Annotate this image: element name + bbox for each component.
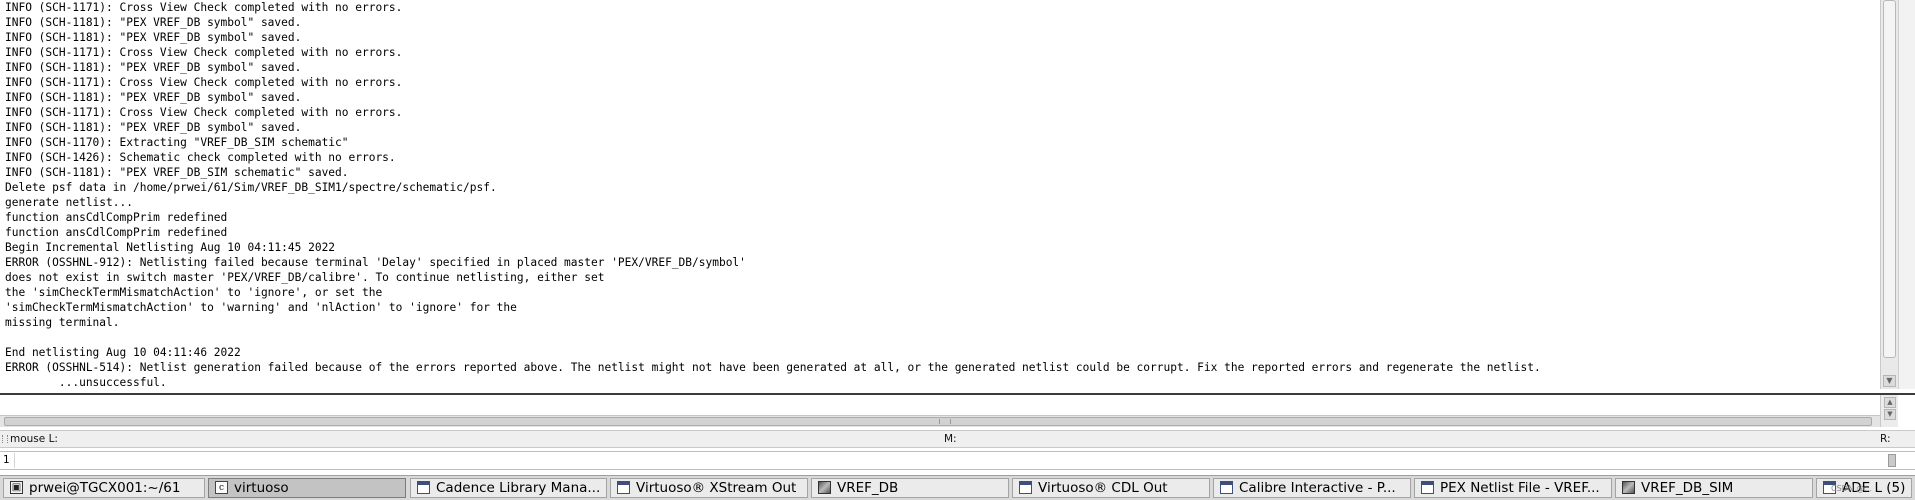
log-line: INFO (SCH-1171): Cross View Check comple… — [5, 76, 403, 89]
log-line: missing terminal. — [5, 316, 120, 329]
scroll-down-arrow-icon[interactable]: ▼ — [1884, 409, 1896, 420]
prompt-scroll-handle[interactable] — [1888, 454, 1896, 467]
log-line: INFO (SCH-1181): "PEX VREF_DB_SIM schema… — [5, 166, 349, 179]
log-line: 'simCheckTermMismatchAction' to 'warning… — [5, 301, 517, 314]
taskbar-item-vref-db[interactable]: VREF_DB — [811, 478, 1009, 498]
log-lines: INFO (SCH-1171): Cross View Check comple… — [0, 0, 1878, 389]
layout-icon — [1622, 481, 1635, 494]
taskbar-item-pex-netlist[interactable]: PEX Netlist File - VREF... — [1414, 478, 1612, 498]
log-line: INFO (SCH-1426): Schematic check complet… — [5, 151, 396, 164]
log-line: INFO (SCH-1171): Cross View Check comple… — [5, 46, 403, 59]
mouse-right-status: R: — [1880, 433, 1891, 445]
taskbar-item-cdl-out[interactable]: Virtuoso® CDL Out — [1012, 478, 1210, 498]
log-line: ...unsuccessful. — [5, 376, 167, 389]
taskbar-item-calibre-interactive[interactable]: Calibre Interactive - P... — [1213, 478, 1411, 498]
log-line: function ansCdlCompPrim redefined — [5, 226, 228, 239]
window-icon — [1019, 481, 1032, 494]
log-line: INFO (SCH-1170): Extracting "VREF_DB_SIM… — [5, 136, 349, 149]
layout-icon — [818, 481, 831, 494]
taskbar-item-label: Cadence Library Mana... — [436, 480, 601, 496]
log-line: End netlisting Aug 10 04:11:46 2022 — [5, 346, 241, 359]
skill-command-input[interactable] — [14, 453, 1884, 468]
scroll-down-arrow-icon[interactable]: ▼ — [1883, 375, 1896, 387]
taskbar-item-vref-db-sim[interactable]: VREF_DB_SIM — [1615, 478, 1813, 498]
window-icon — [1421, 481, 1434, 494]
log-line: INFO (SCH-1171): Cross View Check comple… — [5, 106, 403, 119]
taskbar-item-label: Calibre Interactive - P... — [1239, 480, 1396, 496]
taskbar-item-label: Virtuoso® XStream Out — [636, 480, 797, 496]
cif-log-output[interactable]: INFO (SCH-1171): Cross View Check comple… — [0, 0, 1878, 389]
window-edge-strip — [1898, 0, 1915, 389]
log-line: the 'simCheckTermMismatchAction' to 'ign… — [5, 286, 383, 299]
log-line: INFO (SCH-1181): "PEX VREF_DB symbol" sa… — [5, 91, 302, 104]
terminal-icon: ▣ — [10, 481, 23, 494]
log-line: does not exist in switch master 'PEX/VRE… — [5, 271, 605, 284]
log-line: generate netlist... — [5, 196, 133, 209]
taskbar-item-label: VREF_DB — [837, 480, 899, 496]
error-line: ERROR (OSSHNL-514): Netlist generation f… — [5, 361, 1541, 374]
command-vertical-scrollbar[interactable]: ▲ ▼ — [1880, 395, 1898, 427]
window-icon — [1220, 481, 1233, 494]
log-line: Delete psf data in /home/prwei/61/Sim/VR… — [5, 181, 497, 194]
taskbar: ▣ prwei@TGCX001:~/61 c virtuoso Cadence … — [0, 475, 1915, 500]
error-line: ERROR (OSSHNL-912): Netlisting failed be… — [5, 256, 746, 269]
taskbar-item-label: VREF_DB_SIM — [1641, 480, 1734, 496]
taskbar-item-label: prwei@TGCX001:~/61 — [29, 480, 181, 496]
tray-watermark: CSDN @... — [1831, 484, 1872, 493]
taskbar-item-label: virtuoso — [234, 480, 289, 496]
taskbar-item-virtuoso[interactable]: c virtuoso — [208, 478, 406, 498]
log-scroll-thumb[interactable] — [1883, 0, 1896, 358]
mouse-left-status: mouse L: — [10, 433, 58, 445]
log-line: function ansCdlCompPrim redefined — [5, 211, 228, 224]
horizontal-scroll-thumb[interactable] — [4, 417, 1872, 426]
grip-icon — [2, 435, 8, 443]
log-vertical-scrollbar[interactable]: ▼ — [1880, 0, 1898, 389]
mouse-middle-status: M: — [944, 433, 957, 445]
horizontal-scrollbar[interactable] — [0, 415, 1880, 427]
taskbar-item-library-manager[interactable]: Cadence Library Mana... — [410, 478, 607, 498]
scroll-up-arrow-icon[interactable]: ▲ — [1884, 397, 1896, 408]
log-line: INFO (SCH-1181): "PEX VREF_DB symbol" sa… — [5, 16, 302, 29]
virtuoso-icon: c — [215, 481, 228, 494]
grip-icon — [939, 419, 951, 424]
taskbar-item-label: PEX Netlist File - VREF... — [1440, 480, 1600, 496]
taskbar-item-terminal[interactable]: ▣ prwei@TGCX001:~/61 — [3, 478, 205, 498]
log-line: Begin Incremental Netlisting Aug 10 04:1… — [5, 241, 336, 254]
taskbar-item-label: Virtuoso® CDL Out — [1038, 480, 1168, 496]
window-icon — [617, 481, 630, 494]
log-line: INFO (SCH-1181): "PEX VREF_DB symbol" sa… — [5, 61, 302, 74]
window-icon — [417, 481, 430, 494]
log-line: INFO (SCH-1181): "PEX VREF_DB symbol" sa… — [5, 31, 302, 44]
skill-prompt-bar: 1 — [0, 451, 1915, 470]
log-line: INFO (SCH-1181): "PEX VREF_DB symbol" sa… — [5, 121, 302, 134]
log-line: INFO (SCH-1171): Cross View Check comple… — [5, 1, 403, 14]
taskbar-item-xstream-out[interactable]: Virtuoso® XStream Out — [610, 478, 808, 498]
mouse-status-bar: mouse L: M: R: — [0, 430, 1915, 448]
prompt-number: 1 — [3, 454, 10, 466]
